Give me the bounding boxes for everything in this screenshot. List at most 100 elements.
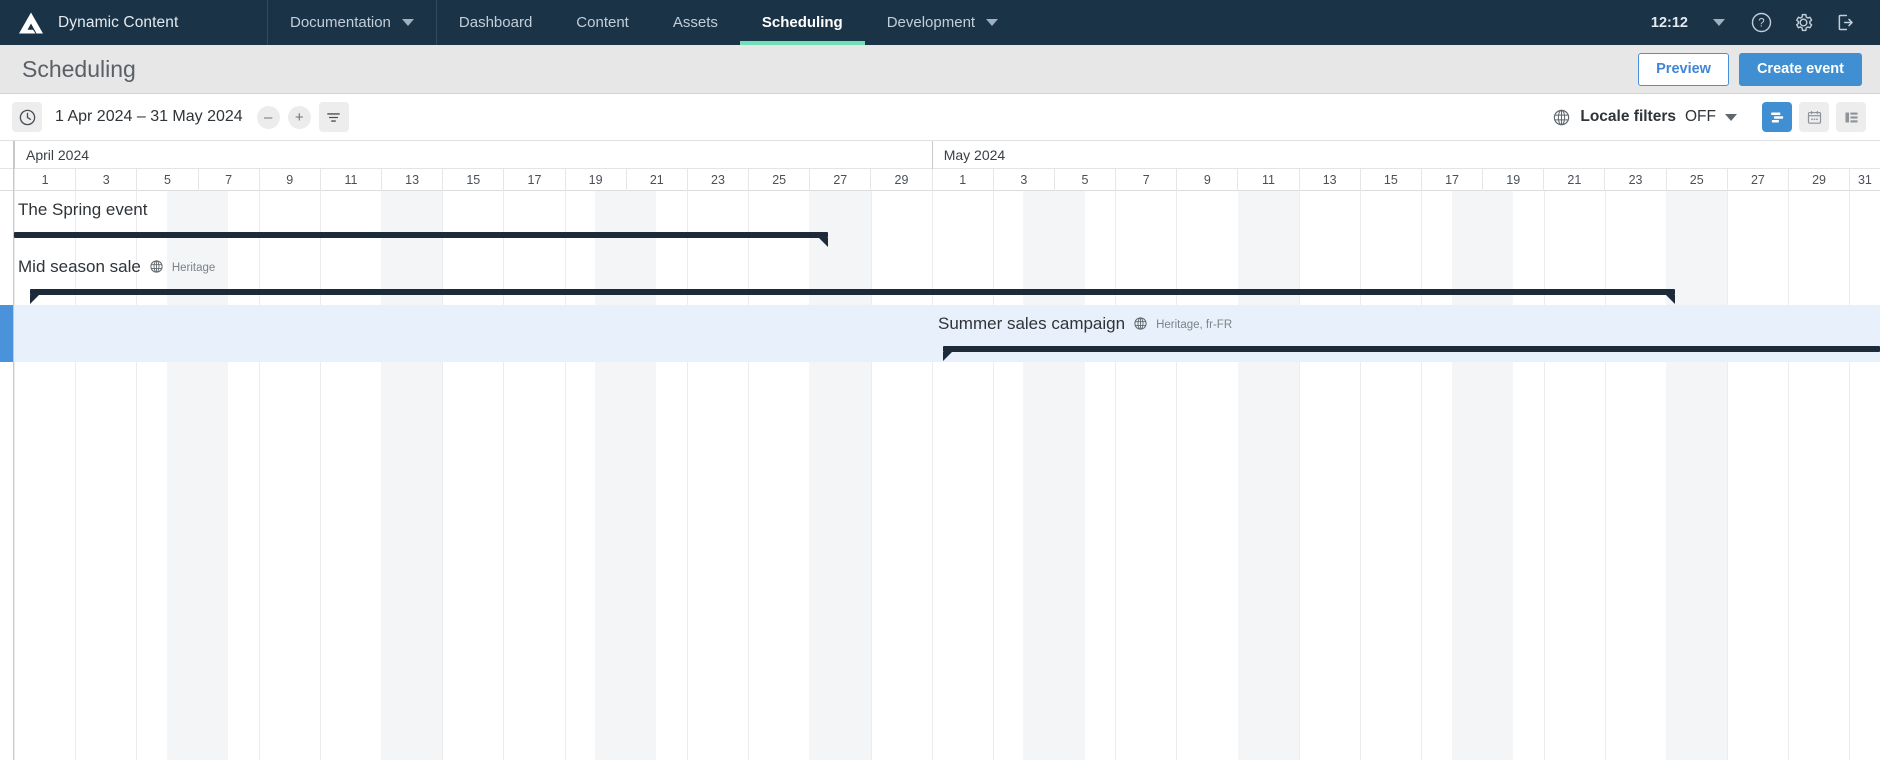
- day-tick-label: 17: [503, 169, 564, 191]
- event-bar[interactable]: [29, 289, 1675, 304]
- nav-item-dashboard-label: Dashboard: [458, 14, 533, 31]
- nav-item-development[interactable]: Development: [865, 0, 1020, 45]
- settings-button[interactable]: [1782, 0, 1824, 45]
- day-tick-label: 31: [1849, 169, 1880, 191]
- scheduling-timeline: April 2024 May 2024 1 3 5 7 9 11 13 15 17 19 21 23 25…: [0, 141, 1880, 760]
- zoom-in-button[interactable]: +: [287, 105, 311, 129]
- logout-icon: [1838, 14, 1853, 31]
- timeline-event-rows: The Spring event Mid season sale Heritage S…: [0, 191, 1880, 760]
- day-tick-label: 25: [1665, 169, 1727, 191]
- day-tick-label: 5: [136, 169, 197, 191]
- event-name: The Spring event: [18, 200, 148, 219]
- list-view-icon: [1844, 112, 1858, 122]
- nav-item-dashboard[interactable]: Dashboard: [437, 0, 554, 45]
- day-tick-label: 11: [1237, 169, 1298, 191]
- day-tick-label: 27: [809, 169, 870, 191]
- event-label[interactable]: Summer sales campaign Heritage, fr-FR: [938, 314, 1232, 334]
- globe-icon: [149, 259, 164, 279]
- day-tick-label: 25: [748, 169, 809, 191]
- nav-item-scheduling-label: Scheduling: [761, 14, 843, 31]
- day-tick-label: 21: [1543, 169, 1604, 191]
- calendar-view-icon: [1807, 110, 1821, 124]
- day-tick-label: 19: [1482, 169, 1543, 191]
- day-tick-label: 7: [1115, 169, 1176, 191]
- nav-item-documentation-label: Documentation: [290, 14, 391, 31]
- event-locales: Heritage: [171, 262, 216, 274]
- month-header-cell: April 2024: [14, 141, 932, 169]
- day-tick-label: 13: [1298, 169, 1360, 191]
- timeline-event-row[interactable]: Summer sales campaign Heritage, fr-FR: [0, 305, 1880, 362]
- day-tick-label: 21: [625, 169, 687, 191]
- event-bar-start-cap: [29, 295, 39, 304]
- filter-button[interactable]: [318, 102, 349, 132]
- nav-right-group: 12:12 ?: [1641, 0, 1880, 45]
- day-tick-label: 19: [564, 169, 626, 191]
- event-label[interactable]: The Spring event: [18, 200, 147, 220]
- scheduling-toolbar: 1 Apr 2024 – 31 May 2024 – + Locale filt…: [0, 94, 1880, 141]
- event-bar[interactable]: [943, 346, 1880, 361]
- timeline-view-icon: [1770, 112, 1783, 122]
- amplience-logo-icon: [18, 11, 44, 35]
- day-tick-label: 29: [1787, 169, 1849, 191]
- nav-item-scheduling[interactable]: Scheduling: [739, 0, 865, 45]
- day-tick-label: 9: [1176, 169, 1237, 191]
- nav-item-content-label: Content: [576, 14, 629, 31]
- day-tick-label: 5: [1053, 169, 1115, 191]
- globe-icon: [1133, 316, 1148, 336]
- day-tick-label: 9: [258, 169, 320, 191]
- event-bar-start-cap: [943, 352, 953, 361]
- brand-name: Dynamic Content: [58, 13, 179, 31]
- day-tick-label: 1: [931, 169, 993, 191]
- time-range-picker-button[interactable]: [12, 102, 42, 132]
- timeline-event-row[interactable]: The Spring event: [0, 191, 1880, 248]
- clock-icon: [19, 109, 35, 125]
- day-tick-label: 15: [1359, 169, 1421, 191]
- top-navigation-bar: Dynamic Content Documentation Dashboard …: [0, 0, 1880, 45]
- day-tick-label: 17: [1420, 169, 1482, 191]
- time-dropdown-button[interactable]: [1698, 0, 1740, 45]
- timeline-day-header: 1 3 5 7 9 11 13 15 17 19 21 23 25 27 29 1 3 5 7 9 11 13 15 17 19…: [0, 169, 1880, 191]
- locale-filters-label: Locale filters: [1580, 108, 1676, 125]
- chevron-down-icon: [1725, 113, 1737, 121]
- nav-item-assets-label: Assets: [672, 14, 718, 31]
- month-header-cell: May 2024: [931, 141, 1880, 169]
- chevron-down-icon: [986, 19, 999, 26]
- logout-button[interactable]: [1824, 0, 1866, 45]
- timeline-month-header: April 2024 May 2024: [0, 141, 1880, 169]
- nav-item-content[interactable]: Content: [554, 0, 651, 45]
- view-timeline-button[interactable]: [1762, 102, 1792, 132]
- preview-button[interactable]: Preview: [1638, 52, 1729, 86]
- brand-home-link[interactable]: Dynamic Content: [0, 0, 268, 45]
- locale-filters-value: OFF: [1685, 108, 1716, 125]
- day-tick-label: 15: [442, 169, 503, 191]
- create-event-button[interactable]: Create event: [1738, 52, 1862, 86]
- timeline-event-row[interactable]: Mid season sale Heritage: [0, 248, 1880, 305]
- day-tick-label: 11: [319, 169, 381, 191]
- nav-item-documentation[interactable]: Documentation: [268, 0, 437, 45]
- day-tick-label: 27: [1726, 169, 1788, 191]
- day-tick-label: 29: [870, 169, 931, 191]
- day-tick-label: 7: [197, 169, 259, 191]
- nav-item-development-label: Development: [886, 14, 976, 31]
- date-range-label[interactable]: 1 Apr 2024 – 31 May 2024: [55, 108, 243, 126]
- day-tick-label: 1: [14, 169, 75, 191]
- page-header: Scheduling Preview Create event: [0, 45, 1880, 94]
- event-name: Mid season sale: [18, 257, 141, 276]
- view-calendar-button[interactable]: [1799, 102, 1829, 132]
- event-label[interactable]: Mid season sale Heritage: [18, 257, 215, 277]
- event-locales: Heritage, fr-FR: [1156, 319, 1233, 331]
- day-tick-label: 3: [75, 169, 136, 191]
- filter-icon: [327, 112, 341, 122]
- help-button[interactable]: ?: [1740, 0, 1782, 45]
- locale-filters-control[interactable]: Locale filters OFF: [1552, 108, 1737, 127]
- nav-item-assets[interactable]: Assets: [651, 0, 740, 45]
- help-icon: ?: [1751, 12, 1771, 33]
- timeline-left-gutter: [0, 141, 14, 760]
- globe-icon: [1554, 109, 1570, 125]
- zoom-out-button[interactable]: –: [256, 105, 280, 129]
- event-bar-end-cap: [1665, 295, 1675, 304]
- gear-icon: [1795, 13, 1812, 32]
- event-bar[interactable]: [14, 232, 828, 247]
- view-list-button[interactable]: [1836, 102, 1866, 132]
